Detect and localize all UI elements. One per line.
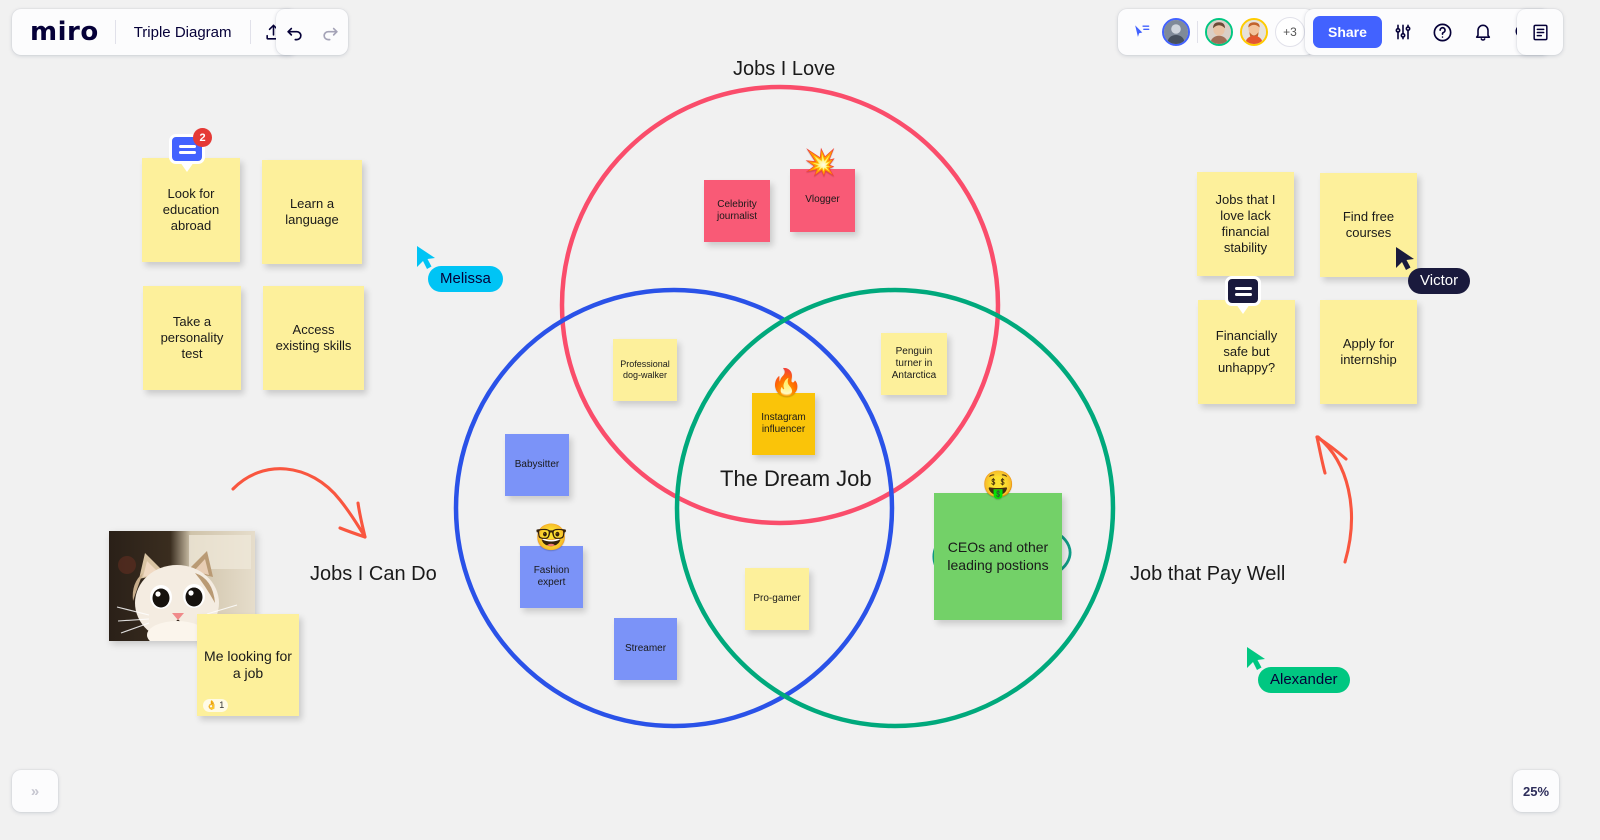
- label-jobs-i-love: Jobs I Love: [733, 58, 836, 80]
- zoom-level-button[interactable]: 25%: [1513, 770, 1559, 812]
- chevron-right-double-icon: »: [30, 782, 40, 800]
- sticky-text: Instagram influencer: [761, 411, 806, 435]
- cursor-chat-button[interactable]: [1127, 9, 1155, 55]
- sticky-instagram-influencer[interactable]: Instagram influencer: [752, 393, 815, 455]
- jobs-i-love-circle: [559, 84, 1001, 526]
- sticky-text: Pro-gamer: [753, 592, 801, 604]
- sticky-instagram-influencer-emoji: 🔥: [770, 367, 803, 397]
- share-button[interactable]: Share: [1313, 16, 1382, 48]
- bell-icon: [1475, 24, 1491, 41]
- avatar-1[interactable]: [1162, 18, 1190, 46]
- label-job-that-pay-well: Job that Pay Well: [1130, 563, 1286, 585]
- cursor-alexander-label: Alexander: [1258, 667, 1350, 694]
- more-collaborators-badge[interactable]: +3: [1275, 17, 1305, 47]
- sticky-text: Find free courses: [1342, 209, 1395, 240]
- sticky-text: CEOs and other leading postions: [947, 539, 1049, 573]
- sticky-fashion-expert[interactable]: Fashion expert: [520, 546, 583, 608]
- cursor-pointer-icon: [1396, 247, 1414, 270]
- sticky-text: Penguin turner in Antarctica: [891, 345, 937, 382]
- sticky-me-looking-for-a-job[interactable]: Me looking for a job 👌 1: [197, 614, 299, 716]
- label-the-dream-job: The Dream Job: [720, 466, 872, 491]
- comment-line: [1234, 292, 1252, 296]
- cursor-victor-label: Victor: [1408, 268, 1471, 295]
- sticky-pro-gamer[interactable]: Pro-gamer: [745, 568, 809, 630]
- reaction-emoji: 👌: [206, 700, 218, 711]
- sticky-professional-dog-walker[interactable]: Professional dog-walker: [613, 339, 677, 401]
- sliders-icon: [1395, 24, 1411, 40]
- sticky-celebrity-journalist[interactable]: Celebrity journalist: [704, 180, 770, 242]
- sticky-financially-safe-but-unhappy-comment-bubble[interactable]: [1225, 276, 1261, 314]
- avatar-3[interactable]: [1240, 18, 1268, 46]
- avatar-image: [1164, 20, 1188, 44]
- sticky-text: Take a personality test: [160, 314, 224, 361]
- sticky-apply-for-internship[interactable]: Apply for internship: [1320, 300, 1417, 404]
- sticky-text: Fashion expert: [533, 564, 570, 588]
- undo-button[interactable]: [276, 9, 312, 55]
- sticky-text: Financially safe but unhappy?: [1215, 328, 1278, 375]
- sticky-ceos-and-other-leading-postions[interactable]: CEOs and other leading postions: [934, 493, 1062, 620]
- sticky-text: Access existing skills: [275, 322, 352, 353]
- sticky-look-for-education-abroad[interactable]: Look for education abroad: [142, 158, 240, 262]
- sticky-text: Celebrity journalist: [716, 198, 758, 222]
- notifications-button[interactable]: [1464, 9, 1502, 55]
- avatars-divider: [1197, 21, 1198, 43]
- redo-icon: [322, 27, 338, 40]
- board-actions-toolbar: Share: [1305, 9, 1550, 55]
- sticky-text: Me looking for a job: [204, 647, 292, 681]
- comment-line: [178, 150, 196, 154]
- sticky-text: Learn a language: [285, 196, 339, 227]
- sticky-text: Vlogger: [805, 194, 840, 206]
- sticky-look-for-education-abroad-comment-bubble[interactable]: 2: [169, 128, 212, 172]
- help-circle-icon: [1433, 23, 1452, 41]
- settings-button[interactable]: [1384, 9, 1422, 55]
- panel-icon: [1532, 24, 1548, 40]
- miro-board-app: Jobs I Love Jobs I Can Do Job that Pay W…: [0, 0, 1600, 840]
- miro-logo[interactable]: miro: [12, 17, 115, 47]
- undo-redo-toolbar: [276, 9, 348, 55]
- sticky-text: Jobs that I love lack financial stabilit…: [1215, 192, 1276, 255]
- undo-icon: [286, 27, 302, 40]
- sticky-vlogger[interactable]: Vlogger: [790, 169, 855, 232]
- sticky-take-a-personality-test[interactable]: Take a personality test: [143, 286, 241, 390]
- help-button[interactable]: [1424, 9, 1462, 55]
- avatar-image: [1242, 20, 1266, 44]
- sticky-financially-safe-but-unhappy[interactable]: Financially safe but unhappy?: [1198, 300, 1295, 404]
- panel-toolbar: [1517, 9, 1563, 55]
- sticky-text: Babysitter: [514, 458, 560, 470]
- sticky-streamer[interactable]: Streamer: [614, 618, 677, 680]
- sticky-babysitter[interactable]: Babysitter: [505, 434, 569, 496]
- comment-count-badge: 2: [193, 128, 212, 147]
- comment-line: [178, 144, 196, 148]
- cursor-chat-icon: [1134, 24, 1149, 37]
- zoom-level-label: 25%: [1522, 783, 1550, 799]
- panel-button[interactable]: [1517, 9, 1563, 55]
- reaction-count: 1: [219, 700, 225, 711]
- board-canvas[interactable]: Jobs I Love Jobs I Can Do Job that Pay W…: [0, 0, 1600, 840]
- board-toolbar-left: miro Triple Diagram: [12, 9, 297, 55]
- cursor-melissa-label: Melissa: [428, 266, 503, 293]
- sticky-text: Professional dog-walker: [620, 359, 670, 380]
- expand-sidebar-button[interactable]: »: [12, 770, 58, 812]
- arrow-to-job-that-pay-well-icon: [1315, 435, 1353, 564]
- sticky-penguin-turner-in-antarctica[interactable]: Penguin turner in Antarctica: [881, 333, 947, 395]
- sticky-access-existing-skills[interactable]: Access existing skills: [263, 286, 364, 390]
- sticky-jobs-that-i-love-lack-financial-stability[interactable]: Jobs that I love lack financial stabilit…: [1197, 172, 1294, 276]
- sticky-learn-a-language[interactable]: Learn a language: [262, 160, 362, 264]
- sticky-text: Apply for internship: [1340, 336, 1397, 367]
- avatar-image: [1207, 20, 1231, 44]
- board-title[interactable]: Triple Diagram: [116, 24, 250, 41]
- arrow-to-jobs-i-can-do-icon: [231, 467, 367, 539]
- label-jobs-i-can-do: Jobs I Can Do: [310, 563, 437, 585]
- comment-line: [1234, 286, 1252, 290]
- sticky-text: Streamer: [624, 642, 667, 654]
- redo-button[interactable]: [312, 9, 348, 55]
- sticky-reaction-badge[interactable]: 👌 1: [203, 699, 229, 712]
- avatar-2[interactable]: [1205, 18, 1233, 46]
- sticky-text: Look for education abroad: [162, 186, 220, 233]
- collaborators-toolbar: +3: [1118, 9, 1314, 55]
